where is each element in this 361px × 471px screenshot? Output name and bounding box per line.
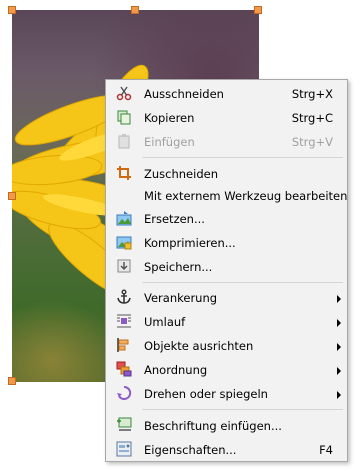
- menu-item-save[interactable]: Speichern...: [106, 255, 347, 279]
- context-menu: Ausschneiden Strg+X Kopieren Strg+C Einf…: [105, 79, 348, 462]
- menu-item-shortcut: Strg+X: [291, 87, 333, 101]
- menu-item-label: Umlauf: [144, 315, 186, 329]
- scissors-icon: [116, 86, 132, 101]
- menu-separator: [142, 282, 343, 283]
- menu-item-copy[interactable]: Kopieren Strg+C: [106, 106, 347, 130]
- replace-image-icon: [116, 211, 132, 226]
- compress-icon: [116, 236, 132, 250]
- resize-handle-top-center[interactable]: [131, 6, 139, 14]
- menu-item-label: Speichern...: [144, 260, 213, 274]
- menu-item-label: Anordnung: [144, 363, 208, 377]
- menu-item-label: Mit externem Werkzeug bearbeiten: [144, 189, 348, 203]
- paste-icon: [118, 134, 130, 149]
- menu-item-label: Ersetzen...: [144, 212, 205, 226]
- resize-handle-top-right[interactable]: [254, 6, 262, 14]
- insert-caption-icon: [117, 417, 132, 431]
- menu-item-crop[interactable]: Zuschneiden: [106, 162, 347, 186]
- submenu-arrow-icon: [337, 367, 341, 375]
- menu-item-edit-external[interactable]: Mit externem Werkzeug bearbeiten: [106, 184, 347, 208]
- save-icon: [117, 259, 131, 273]
- menu-item-insert-caption[interactable]: Beschriftung einfügen...: [106, 414, 347, 438]
- menu-item-shortcut: Strg+C: [291, 111, 333, 125]
- copy-icon: [117, 110, 131, 125]
- menu-item-label: Beschriftung einfügen...: [144, 419, 282, 433]
- text-wrap-icon: [117, 314, 131, 328]
- resize-handle-top-left[interactable]: [8, 6, 16, 14]
- menu-item-label: Komprimieren...: [144, 236, 236, 250]
- properties-icon: [116, 441, 132, 457]
- menu-item-align[interactable]: Objekte ausrichten: [106, 334, 347, 358]
- submenu-arrow-icon: [337, 391, 341, 399]
- menu-item-label: Kopieren: [144, 111, 195, 125]
- submenu-arrow-icon: [337, 319, 341, 327]
- align-objects-icon: [117, 338, 129, 352]
- menu-item-label: Eigenschaften...: [144, 443, 237, 457]
- resize-handle-middle-left[interactable]: [8, 192, 16, 200]
- menu-item-label: Drehen oder spiegeln: [144, 387, 268, 401]
- anchor-icon: [117, 289, 131, 304]
- menu-item-label: Einfügen: [144, 135, 195, 149]
- menu-item-paste[interactable]: Einfügen Strg+V: [106, 130, 347, 154]
- menu-item-label: Zuschneiden: [144, 167, 218, 181]
- crop-icon: [117, 166, 131, 180]
- menu-item-shortcut: Strg+V: [291, 135, 333, 149]
- submenu-arrow-icon: [337, 343, 341, 351]
- menu-item-label: Objekte ausrichten: [144, 339, 254, 353]
- menu-item-wrap[interactable]: Umlauf: [106, 310, 347, 334]
- rotate-icon: [117, 385, 132, 400]
- menu-item-cut[interactable]: Ausschneiden Strg+X: [106, 82, 347, 106]
- menu-item-arrange[interactable]: Anordnung: [106, 358, 347, 382]
- menu-separator: [142, 157, 343, 158]
- menu-item-compress[interactable]: Komprimieren...: [106, 231, 347, 255]
- arrange-icon: [116, 361, 132, 377]
- menu-item-rotate[interactable]: Drehen oder spiegeln: [106, 382, 347, 406]
- resize-handle-bottom-left[interactable]: [8, 377, 16, 385]
- menu-item-anchor[interactable]: Verankerung: [106, 286, 347, 310]
- menu-separator: [142, 409, 343, 410]
- menu-item-shortcut: F4: [319, 443, 333, 457]
- menu-item-label: Verankerung: [144, 291, 218, 305]
- menu-item-replace[interactable]: Ersetzen...: [106, 207, 347, 231]
- menu-item-label: Ausschneiden: [144, 87, 224, 101]
- menu-item-properties[interactable]: Eigenschaften... F4: [106, 438, 347, 462]
- submenu-arrow-icon: [337, 295, 341, 303]
